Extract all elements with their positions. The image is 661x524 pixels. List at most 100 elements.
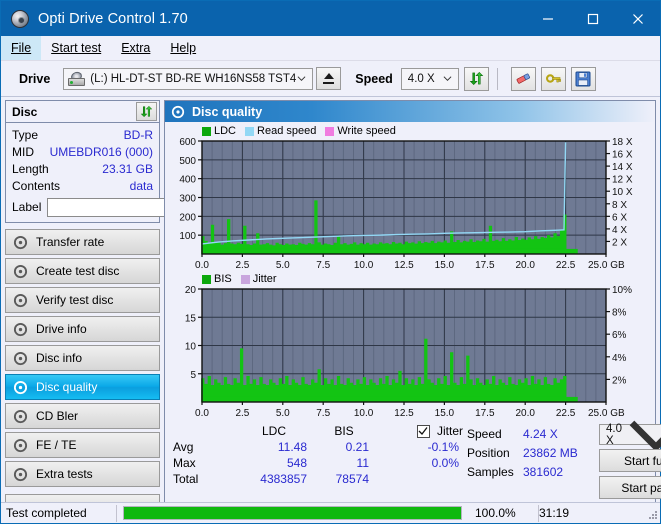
stat-total-bis: 78574 — [335, 472, 369, 486]
sidebar-label-cd-bler: CD Bler — [36, 409, 79, 423]
y2-tick-label: 2 X — [612, 237, 627, 248]
y2-tick-label: 14 X — [612, 162, 633, 173]
y2-tick-label: 2% — [612, 375, 627, 386]
nav-list: Transfer rate Create test disc Verify te… — [5, 229, 160, 487]
legend-swatch — [245, 126, 255, 136]
readout-position: Position 23862 MB — [467, 443, 597, 462]
y2-tick-label: 4% — [612, 353, 627, 364]
menu-item-extra[interactable]: Extra — [111, 36, 160, 60]
x-tick-label: 5.0 — [276, 408, 290, 419]
app-disc-icon — [11, 9, 29, 28]
x-tick-label: 7.5 — [316, 260, 330, 271]
legend-swatch — [240, 274, 250, 284]
disc-icon — [13, 264, 28, 278]
menu-label-extra: Extra — [121, 41, 151, 55]
stat-header-ldc: LDC — [261, 424, 286, 438]
y-tick-label: 15 — [185, 313, 197, 324]
drive-label: Drive — [19, 71, 51, 86]
maximize-icon[interactable] — [570, 1, 615, 36]
jitter-checkbox[interactable] — [416, 424, 430, 438]
start-full-label: Start full — [623, 453, 661, 468]
legend-label: LDC — [214, 125, 237, 137]
close-icon[interactable] — [615, 1, 660, 36]
chevron-down-icon — [297, 76, 306, 82]
key-button[interactable] — [540, 66, 566, 91]
sidebar-item-fe-te[interactable]: FE / TE — [5, 432, 160, 458]
legend-item: Write speed — [325, 125, 396, 137]
stat-row-total-key: Total — [173, 472, 199, 486]
ldc-chart: 100 200 300 400 500 600 2 X4 X 6 X8 X 10 X12 X 14… — [179, 137, 633, 271]
sidebar-item-extra-tests[interactable]: Extra tests — [5, 461, 160, 487]
resize-grip-icon[interactable] — [644, 506, 658, 520]
disc-row-mid-value: UMEBDR016 (000) — [49, 145, 153, 159]
stat-avg-jitter: -0.1% — [427, 440, 459, 454]
x-tick-label: 15.0 — [435, 260, 455, 271]
sidebar-item-drive-info[interactable]: Drive info — [5, 316, 160, 342]
stat-row-avg-key: Avg — [173, 440, 194, 454]
legend-label: Write speed — [337, 125, 396, 137]
sidebar-item-verify-test-disc[interactable]: Verify test disc — [5, 287, 160, 313]
jitter-label: Jitter — [436, 424, 463, 438]
menu-item-start-test[interactable]: Start test — [41, 36, 111, 60]
stat-max-bis: 11 — [356, 456, 369, 470]
stat-max-jitter: 0.0% — [431, 456, 459, 470]
y2-tick-label: 6% — [612, 330, 627, 341]
readout-speed-key: Speed — [467, 426, 502, 441]
speed-select[interactable]: 4.0 X — [400, 67, 459, 90]
refresh-button[interactable] — [463, 66, 489, 91]
readout-position-key: Position — [467, 445, 510, 460]
sidebar-item-transfer-rate[interactable]: Transfer rate — [5, 229, 160, 255]
sidebar-item-cd-bler[interactable]: CD Bler — [5, 403, 160, 429]
key-icon — [545, 74, 561, 83]
start-full-button[interactable]: Start full — [599, 449, 661, 472]
stat-grid: LDC BIS Jitter Avg 11.48 0.21 -0.1% Max — [173, 424, 463, 486]
jitter-header: Jitter — [375, 424, 463, 438]
disc-icon — [13, 467, 28, 481]
x-tick-label: 2.5 — [235, 260, 249, 271]
start-part-label: Start part — [621, 480, 661, 495]
menu-label-start-test: Start test — [51, 41, 102, 55]
x-tick-label: 12.5 — [394, 260, 414, 271]
menu-item-file[interactable]: File — [1, 36, 42, 60]
minimize-icon[interactable] — [525, 1, 570, 36]
disc-row-length-value: 23.31 GB — [102, 162, 153, 176]
bis-chart: 5 10 15 20 2% 4% 6% 8% 10% 0.0 2.5 5.0 7.5 10.0 12.5 15… — [185, 285, 632, 419]
disc-row-mid-key: MID — [12, 145, 34, 159]
legend-item: BIS — [202, 273, 232, 285]
drive-select[interactable]: (L:) HL-DT-ST BD-RE WH16NS58 TST4 — [63, 67, 314, 90]
menu-item-help[interactable]: Help — [160, 36, 206, 60]
stat-avg-bis: 0.21 — [345, 440, 369, 454]
erase-button[interactable] — [510, 66, 536, 91]
y2-tick-label: 8% — [612, 308, 627, 319]
save-icon — [575, 71, 591, 86]
start-part-button[interactable]: Start part — [599, 476, 661, 499]
panel-title: Disc quality — [192, 104, 263, 119]
sidebar-label-transfer-rate: Transfer rate — [36, 235, 105, 249]
disc-label-row: Label — [12, 197, 251, 217]
x-tick-label: 2.5 — [235, 408, 249, 419]
legend-item: LDC — [202, 125, 236, 137]
disc-icon — [13, 322, 28, 336]
refresh-icon — [140, 105, 153, 118]
y2-tick-label: 18 X — [612, 137, 633, 148]
sidebar-item-create-test-disc[interactable]: Create test disc — [5, 258, 160, 284]
save-button[interactable] — [570, 66, 596, 91]
sidebar-item-disc-info[interactable]: Disc info — [5, 345, 160, 371]
test-speed-select[interactable]: 4.0 X — [599, 420, 661, 452]
statistics-table: LDC BIS Jitter Avg 11.48 0.21 -0.1% Max — [173, 424, 463, 499]
disc-refresh-button[interactable] — [136, 102, 157, 121]
disc-row-length-key: Length — [12, 162, 49, 176]
disc-row-mid: MID UMEBDR016 (000) — [12, 144, 153, 160]
y-tick-label: 200 — [179, 212, 196, 223]
disc-icon — [13, 235, 28, 249]
sidebar-item-disc-quality[interactable]: Disc quality — [5, 374, 160, 400]
eject-button[interactable] — [316, 67, 342, 90]
stat-avg-ldc: 11.48 — [277, 440, 307, 454]
readout-speed: Speed 4.24 X — [467, 424, 597, 443]
disc-icon — [13, 293, 28, 307]
disc-icon — [13, 351, 28, 365]
panel-header: Disc quality — [165, 101, 655, 122]
speed-label: Speed — [355, 71, 393, 86]
x-tick-label: 0.0 — [195, 408, 209, 419]
x-tick-label: 17.5 — [475, 408, 495, 419]
